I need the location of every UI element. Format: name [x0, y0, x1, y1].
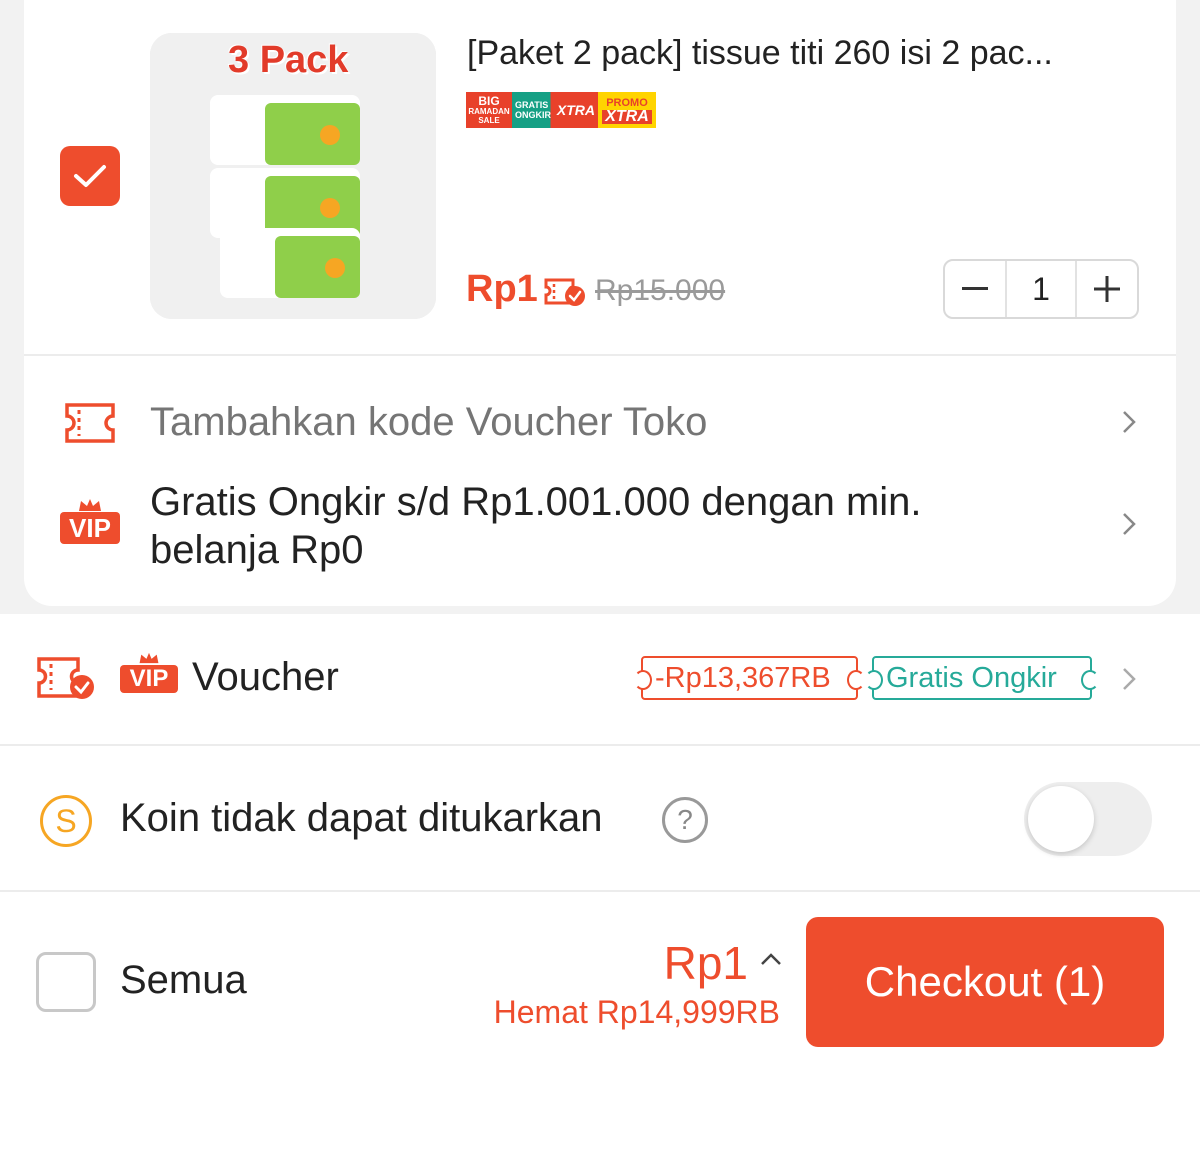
product-image-label: 3 Pack	[228, 39, 349, 81]
quantity-value[interactable]: 1	[1005, 261, 1077, 317]
promo-badges: BIG RAMADAN SALE GRATIS ONGKIR XTRA PROM…	[466, 92, 656, 128]
coins-toggle[interactable]	[1024, 782, 1152, 856]
voucher-label: Voucher	[192, 655, 339, 699]
discount-voucher-pill[interactable]: -Rp13,367RB	[634, 656, 865, 700]
voucher-ticket-icon	[65, 403, 115, 443]
crown-icon	[79, 499, 101, 511]
product-price: Rp1	[466, 268, 538, 310]
vip-badge: VIP	[120, 652, 178, 696]
shipping-voucher-pill[interactable]: Gratis Ongkir	[865, 656, 1099, 700]
decrease-button[interactable]	[945, 261, 1005, 317]
select-all-label[interactable]: Semua	[120, 958, 247, 1003]
gratis-ongkir-xtra-badge: GRATIS ONGKIR XTRA	[512, 92, 598, 128]
coins-label: Koin tidak dapat ditukarkan	[120, 796, 603, 840]
help-icon[interactable]: ?	[662, 797, 708, 843]
quantity-stepper: 1	[943, 259, 1139, 319]
promo-xtra-badge: PROMO XTRA	[598, 92, 656, 128]
product-checkbox[interactable]	[60, 146, 120, 206]
chevron-right-icon	[1123, 411, 1136, 433]
big-ramadan-sale-badge: BIG RAMADAN SALE	[466, 92, 512, 128]
crown-icon	[139, 652, 159, 664]
chevron-up-icon[interactable]	[760, 952, 782, 966]
chevron-right-icon	[1123, 668, 1136, 690]
shop-voucher-label: Tambahkan kode Voucher Toko	[150, 400, 708, 444]
coin-icon: S	[40, 795, 92, 847]
increase-button[interactable]	[1077, 261, 1137, 317]
total-price: Rp1	[663, 937, 748, 989]
vip-shipping-text: Gratis Ongkir s/d Rp1.001.000 dengan min…	[150, 480, 922, 572]
minus-icon	[962, 287, 988, 290]
divider	[24, 354, 1176, 356]
voucher-check-icon	[37, 657, 94, 699]
plus-icon	[1094, 276, 1120, 302]
savings-text: Hemat Rp14,999RB	[493, 994, 780, 1030]
original-price: Rp15.000	[595, 274, 726, 307]
check-icon	[74, 165, 106, 187]
product-title[interactable]: [Paket 2 pack] tissue titi 260 isi 2 pac…	[467, 34, 1147, 73]
toggle-knob	[1028, 786, 1094, 852]
checkout-button[interactable]: Checkout (1)	[806, 917, 1164, 1047]
product-image[interactable]: 3 Pack	[150, 33, 436, 319]
select-all-checkbox[interactable]	[36, 952, 96, 1012]
coupon-applied-icon	[543, 276, 587, 313]
chevron-right-icon	[1123, 513, 1136, 535]
vip-badge: VIP	[60, 498, 120, 550]
